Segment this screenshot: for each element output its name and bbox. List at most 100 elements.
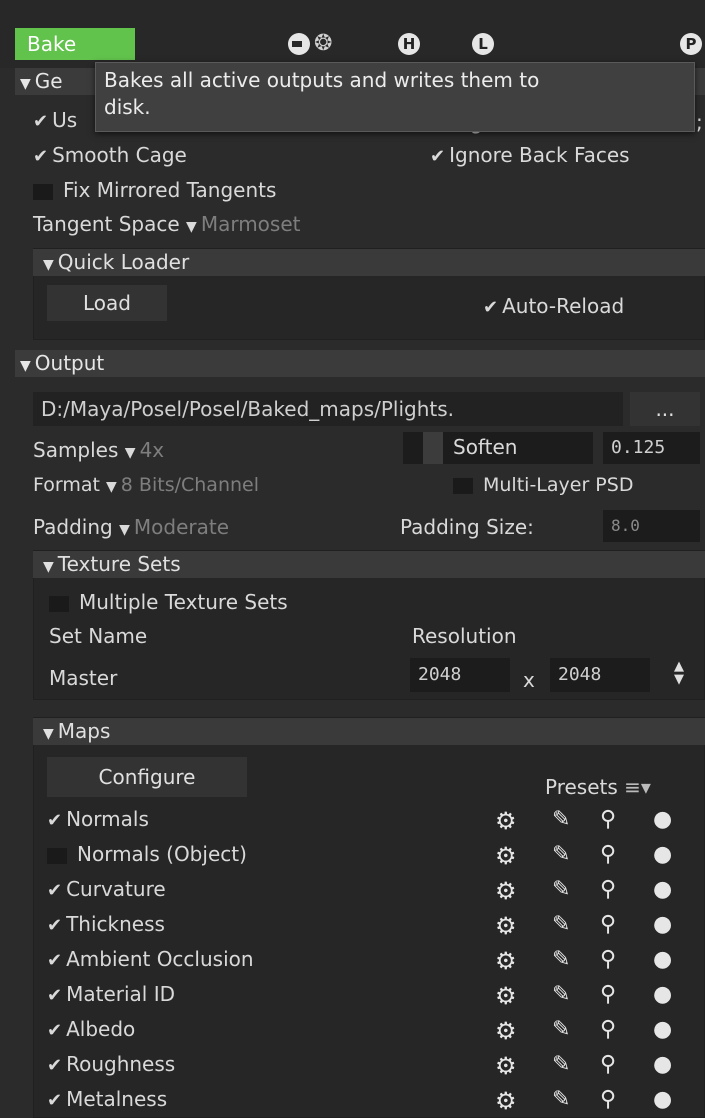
search-magnifier-icon[interactable]: ⚲: [600, 947, 616, 972]
preview-toggle-icon[interactable]: ●: [653, 842, 672, 867]
set-name-value: Master: [49, 666, 118, 690]
gear-icon[interactable]: ⚙: [495, 1087, 517, 1115]
preview-toggle-icon[interactable]: ●: [653, 807, 672, 832]
edit-pencil-icon[interactable]: ✎: [552, 912, 570, 937]
preview-toggle-icon[interactable]: ●: [653, 1087, 672, 1112]
search-magnifier-icon[interactable]: ⚲: [600, 982, 616, 1007]
bake-tooltip: Bakes all active outputs and writes them…: [95, 62, 695, 132]
use-checkbox[interactable]: Us: [33, 108, 77, 132]
preview-toggle-icon[interactable]: ●: [653, 1052, 672, 1077]
camera-toggle-icon[interactable]: [288, 33, 310, 55]
p-icon[interactable]: P: [680, 33, 702, 55]
checkmark-icon: [47, 912, 66, 936]
gear-icon[interactable]: ⚙: [495, 807, 517, 835]
collapse-triangle-icon: ▼: [43, 257, 54, 273]
map-row-checkbox[interactable]: Curvature: [47, 877, 166, 901]
search-magnifier-icon[interactable]: ⚲: [600, 1087, 616, 1112]
l-icon[interactable]: L: [472, 33, 494, 55]
configure-button[interactable]: Configure: [47, 757, 247, 797]
edit-pencil-icon[interactable]: ✎: [552, 807, 570, 832]
map-row-checkbox[interactable]: Normals (Object): [47, 842, 247, 866]
map-label: Ambient Occlusion: [66, 947, 254, 971]
map-row-checkbox[interactable]: Normals: [47, 807, 149, 831]
soften-slider[interactable]: Soften: [403, 432, 593, 464]
checkmark-icon: [47, 807, 66, 831]
collapse-triangle-icon: ▼: [20, 358, 31, 374]
checkmark-icon: [483, 294, 502, 318]
map-row-checkbox[interactable]: Material ID: [47, 982, 175, 1006]
preview-toggle-icon[interactable]: ●: [653, 947, 672, 972]
search-magnifier-icon[interactable]: ⚲: [600, 807, 616, 832]
map-row-actions: ⚙ ✎ ⚲ ●: [495, 1017, 695, 1047]
bake-button[interactable]: Bake: [15, 28, 135, 60]
multiple-texture-sets-checkbox[interactable]: Multiple Texture Sets: [49, 590, 288, 614]
padding-dropdown[interactable]: Padding ▼ Moderate: [33, 515, 229, 539]
map-label: Curvature: [66, 877, 166, 901]
edit-pencil-icon[interactable]: ✎: [552, 842, 570, 867]
texture-sets-header[interactable]: ▼ Texture Sets: [33, 551, 705, 578]
smooth-cage-checkbox[interactable]: Smooth Cage: [33, 143, 187, 167]
resolution-height-field[interactable]: 2048: [550, 658, 650, 692]
map-row-actions: ⚙ ✎ ⚲ ●: [495, 877, 695, 907]
edit-pencil-icon[interactable]: ✎: [552, 877, 570, 902]
map-row-checkbox[interactable]: Roughness: [47, 1052, 175, 1076]
output-path-field[interactable]: D:/Maya/Posel/Posel/Baked_maps/Plights.: [33, 392, 623, 426]
multi-layer-psd-checkbox[interactable]: Multi-Layer PSD: [453, 474, 633, 496]
gear-icon[interactable]: ⚙: [495, 947, 517, 975]
samples-dropdown[interactable]: Samples ▼ 4x: [33, 438, 164, 462]
resolution-width-field[interactable]: 2048: [410, 658, 510, 692]
up-down-stepper-icon[interactable]: ▲ ▼: [668, 660, 690, 690]
tangent-space-dropdown[interactable]: Tangent Space ▼ Marmoset: [33, 212, 300, 236]
collapse-triangle-icon: ▼: [43, 726, 54, 742]
search-magnifier-icon[interactable]: ⚲: [600, 1052, 616, 1077]
edit-pencil-icon[interactable]: ✎: [552, 1087, 570, 1112]
format-dropdown[interactable]: Format ▼ 8 Bits/Channel: [33, 474, 259, 496]
map-label: Albedo: [66, 1017, 136, 1041]
dropdown-arrow-icon: ▼: [119, 522, 130, 538]
maps-header[interactable]: ▼ Maps: [33, 718, 705, 745]
browse-button[interactable]: ...: [630, 392, 700, 426]
search-magnifier-icon[interactable]: ⚲: [600, 842, 616, 867]
gear-icon[interactable]: ⚙: [495, 1017, 517, 1045]
preview-toggle-icon[interactable]: ●: [653, 982, 672, 1007]
collapse-triangle-icon: ▼: [20, 76, 31, 92]
load-button[interactable]: Load: [47, 285, 167, 321]
search-magnifier-icon[interactable]: ⚲: [600, 912, 616, 937]
checkbox-box: [33, 183, 53, 200]
search-magnifier-icon[interactable]: ⚲: [600, 1017, 616, 1042]
map-row-actions: ⚙ ✎ ⚲ ●: [495, 842, 695, 872]
checkbox-box: [47, 847, 67, 864]
padding-size-field[interactable]: 8.0: [603, 510, 700, 542]
checkmark-icon: [47, 1052, 66, 1076]
auto-reload-checkbox[interactable]: Auto-Reload: [483, 294, 624, 318]
map-row-checkbox[interactable]: Albedo: [47, 1017, 135, 1041]
h-icon[interactable]: H: [398, 33, 420, 55]
edit-pencil-icon[interactable]: ✎: [552, 982, 570, 1007]
fix-mirrored-tangents-checkbox[interactable]: Fix Mirrored Tangents: [33, 178, 276, 202]
map-row-checkbox[interactable]: Metalness: [47, 1087, 167, 1111]
preview-toggle-icon[interactable]: ●: [653, 912, 672, 937]
search-magnifier-icon[interactable]: ⚲: [600, 877, 616, 902]
slider-fill: [423, 432, 443, 464]
gear-icon[interactable]: ⚙: [495, 1052, 517, 1080]
ignore-back-faces-checkbox[interactable]: Ignore Back Faces: [430, 143, 630, 167]
checkmark-icon: [47, 1017, 66, 1041]
presets-menu[interactable]: Presets ≡▾: [545, 775, 651, 799]
soften-value-field[interactable]: 0.125: [603, 432, 700, 464]
gear-icon[interactable]: ⚙: [495, 842, 517, 870]
gear-icon[interactable]: ⚙: [495, 877, 517, 905]
output-header[interactable]: ▼ Output: [15, 350, 705, 377]
edit-pencil-icon[interactable]: ✎: [552, 947, 570, 972]
preview-toggle-icon[interactable]: ●: [653, 877, 672, 902]
edit-pencil-icon[interactable]: ✎: [552, 1017, 570, 1042]
gear-icon[interactable]: ⚙: [495, 912, 517, 940]
quick-loader-header[interactable]: ▼ Quick Loader: [33, 249, 705, 276]
preview-toggle-icon[interactable]: ●: [653, 1017, 672, 1042]
gear-icon[interactable]: ⚙: [495, 982, 517, 1010]
map-row-checkbox[interactable]: Ambient Occlusion: [47, 947, 254, 971]
mesh-sphere-icon[interactable]: ❂: [314, 31, 340, 57]
collapse-triangle-icon: ▼: [43, 559, 54, 575]
map-row-checkbox[interactable]: Thickness: [47, 912, 165, 936]
map-row-actions: ⚙ ✎ ⚲ ●: [495, 1052, 695, 1082]
edit-pencil-icon[interactable]: ✎: [552, 1052, 570, 1077]
